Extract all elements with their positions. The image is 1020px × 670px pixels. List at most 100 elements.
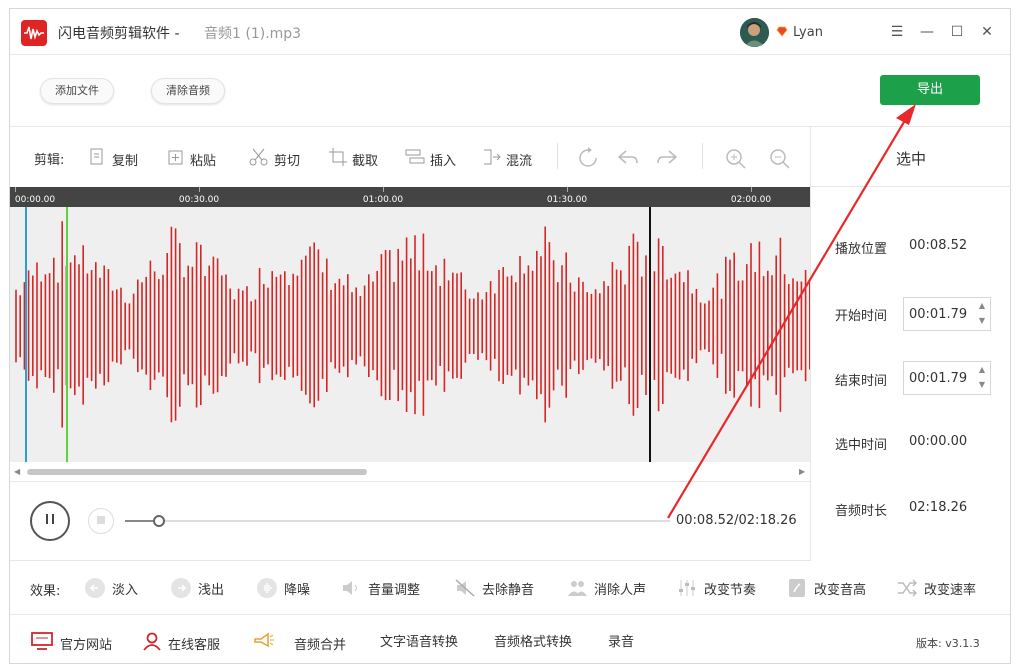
- minimize-button[interactable]: —: [916, 21, 938, 43]
- app-window: 闪电音频剪辑软件 - 音频1 (1).mp3 Lyan ☰ — ☐ ✕ 添加文件…: [9, 8, 1011, 664]
- zoom-in-icon: [724, 147, 748, 173]
- change-pitch-button[interactable]: 改变音高: [786, 577, 866, 599]
- redo-icon: [655, 147, 679, 173]
- timeline-ruler[interactable]: 00:00.00 00:30.00 01:00.00 01:30.00 02:0…: [10, 187, 810, 207]
- tick-mark: [383, 187, 384, 192]
- start-time-value: 00:01.79: [909, 307, 968, 322]
- zoom-out-button[interactable]: [768, 147, 792, 173]
- fade-out-button[interactable]: 浅出: [170, 577, 224, 599]
- stop-button[interactable]: [88, 508, 114, 534]
- crop-label: 截取: [352, 153, 379, 169]
- remove-vocal-label: 消除人声: [594, 582, 647, 598]
- copy-button[interactable]: 复制: [88, 147, 138, 171]
- spin-up-icon[interactable]: ▲: [979, 301, 985, 310]
- change-pitch-label: 改变音高: [814, 582, 867, 598]
- remove-silence-button[interactable]: 去除静音: [454, 577, 534, 599]
- user-name[interactable]: Lyan: [793, 25, 823, 40]
- export-button[interactable]: 导出: [880, 75, 980, 105]
- scroll-thumb[interactable]: [27, 469, 367, 475]
- change-rhythm-button[interactable]: 改变节奏: [676, 577, 756, 599]
- scroll-left-icon[interactable]: ◀: [14, 467, 20, 476]
- audio-merge-link[interactable]: 音频合并: [252, 631, 346, 655]
- mix-label: 混流: [506, 153, 533, 169]
- reset-button[interactable]: [576, 147, 600, 173]
- customer-service-link[interactable]: 在线客服: [142, 631, 220, 655]
- tick-mark: [567, 187, 568, 192]
- maximize-button[interactable]: ☐: [946, 21, 968, 43]
- monitor-icon: [30, 631, 54, 655]
- zoom-in-button[interactable]: [724, 147, 748, 173]
- tts-link[interactable]: 文字语音转换: [380, 631, 458, 650]
- fade-out-label: 浅出: [198, 582, 225, 598]
- fade-in-label: 淡入: [112, 582, 139, 598]
- people-icon: [566, 577, 588, 599]
- scissors-icon: [248, 147, 270, 171]
- app-logo-icon: [21, 20, 47, 46]
- format-convert-link[interactable]: 音频格式转换: [494, 631, 572, 650]
- progress-handle[interactable]: [152, 515, 165, 527]
- spin-down-icon[interactable]: ▼: [979, 380, 985, 389]
- remove-vocal-button[interactable]: 消除人声: [566, 577, 646, 599]
- tick-label: 01:30.00: [546, 195, 588, 205]
- equalizer-icon: [676, 577, 698, 599]
- record-link[interactable]: 录音: [608, 631, 634, 650]
- website-label: 官方网站: [60, 637, 113, 653]
- audio-merge-label: 音频合并: [294, 637, 347, 653]
- selection-header: 选中: [811, 127, 1011, 187]
- pause-icon: [43, 512, 57, 530]
- horizontal-scrollbar[interactable]: ◀ ▶: [10, 462, 810, 482]
- volume-icon: [340, 577, 362, 599]
- copy-icon: [88, 147, 108, 171]
- customer-service-label: 在线客服: [168, 637, 221, 653]
- fade-in-button[interactable]: 淡入: [84, 577, 138, 599]
- version-label: 版本: v3.1.3: [916, 637, 980, 650]
- selected-time-label: 选中时间: [835, 438, 888, 453]
- waveform[interactable]: [10, 207, 811, 462]
- remove-silence-label: 去除静音: [482, 582, 535, 598]
- denoise-button[interactable]: 降噪: [256, 577, 310, 599]
- copy-label: 复制: [112, 153, 139, 169]
- end-time-input[interactable]: 00:01.79 ▲ ▼: [903, 361, 991, 395]
- spin-down-icon[interactable]: ▼: [979, 316, 985, 325]
- scroll-right-icon[interactable]: ▶: [799, 467, 805, 476]
- tick-mark: [751, 187, 752, 192]
- app-title: 闪电音频剪辑软件 -: [58, 26, 180, 42]
- paste-label: 粘贴: [190, 153, 217, 169]
- volume-button[interactable]: 音量调整: [340, 577, 420, 599]
- insert-button[interactable]: 插入: [404, 147, 456, 171]
- tts-label: 文字语音转换: [380, 635, 459, 650]
- denoise-label: 降噪: [284, 582, 311, 598]
- player-bar: 00:08.52/02:18.26: [10, 483, 810, 561]
- change-rhythm-label: 改变节奏: [704, 582, 757, 598]
- spin-up-icon[interactable]: ▲: [979, 365, 985, 374]
- website-link[interactable]: 官方网站: [30, 631, 112, 655]
- paste-button[interactable]: 粘贴: [166, 147, 216, 171]
- play-position-value: 00:08.52: [909, 238, 968, 253]
- fade-in-icon: [84, 577, 106, 599]
- tick-label: 00:30.00: [178, 195, 220, 205]
- pitch-icon: [786, 577, 808, 599]
- mute-icon: [454, 577, 476, 599]
- undo-button[interactable]: [616, 147, 640, 173]
- insert-label: 插入: [430, 153, 457, 169]
- add-file-button[interactable]: 添加文件: [40, 78, 114, 104]
- crop-button[interactable]: 截取: [328, 147, 378, 171]
- change-speed-button[interactable]: 改变速率: [896, 577, 976, 599]
- clear-audio-button[interactable]: 清除音频: [151, 78, 225, 104]
- end-time-label: 结束时间: [835, 374, 888, 389]
- selected-time-value: 00:00.00: [909, 434, 968, 449]
- duration-label: 音频时长: [835, 504, 888, 519]
- close-button[interactable]: ✕: [976, 21, 998, 43]
- edit-toolbar: 剪辑: 复制 粘贴 剪切 截取 插入 混流: [10, 127, 810, 187]
- pause-button[interactable]: [30, 501, 70, 541]
- redo-button[interactable]: [655, 147, 679, 173]
- cut-button[interactable]: 剪切: [248, 147, 300, 171]
- mix-button[interactable]: 混流: [482, 147, 532, 171]
- menu-button[interactable]: ☰: [886, 21, 908, 43]
- fade-out-icon: [170, 577, 192, 599]
- progress-slider[interactable]: [125, 515, 670, 527]
- maximize-icon: ☐: [950, 24, 964, 40]
- avatar[interactable]: [740, 18, 769, 47]
- end-time-value: 00:01.79: [909, 371, 968, 386]
- start-time-input[interactable]: 00:01.79 ▲ ▼: [903, 297, 991, 331]
